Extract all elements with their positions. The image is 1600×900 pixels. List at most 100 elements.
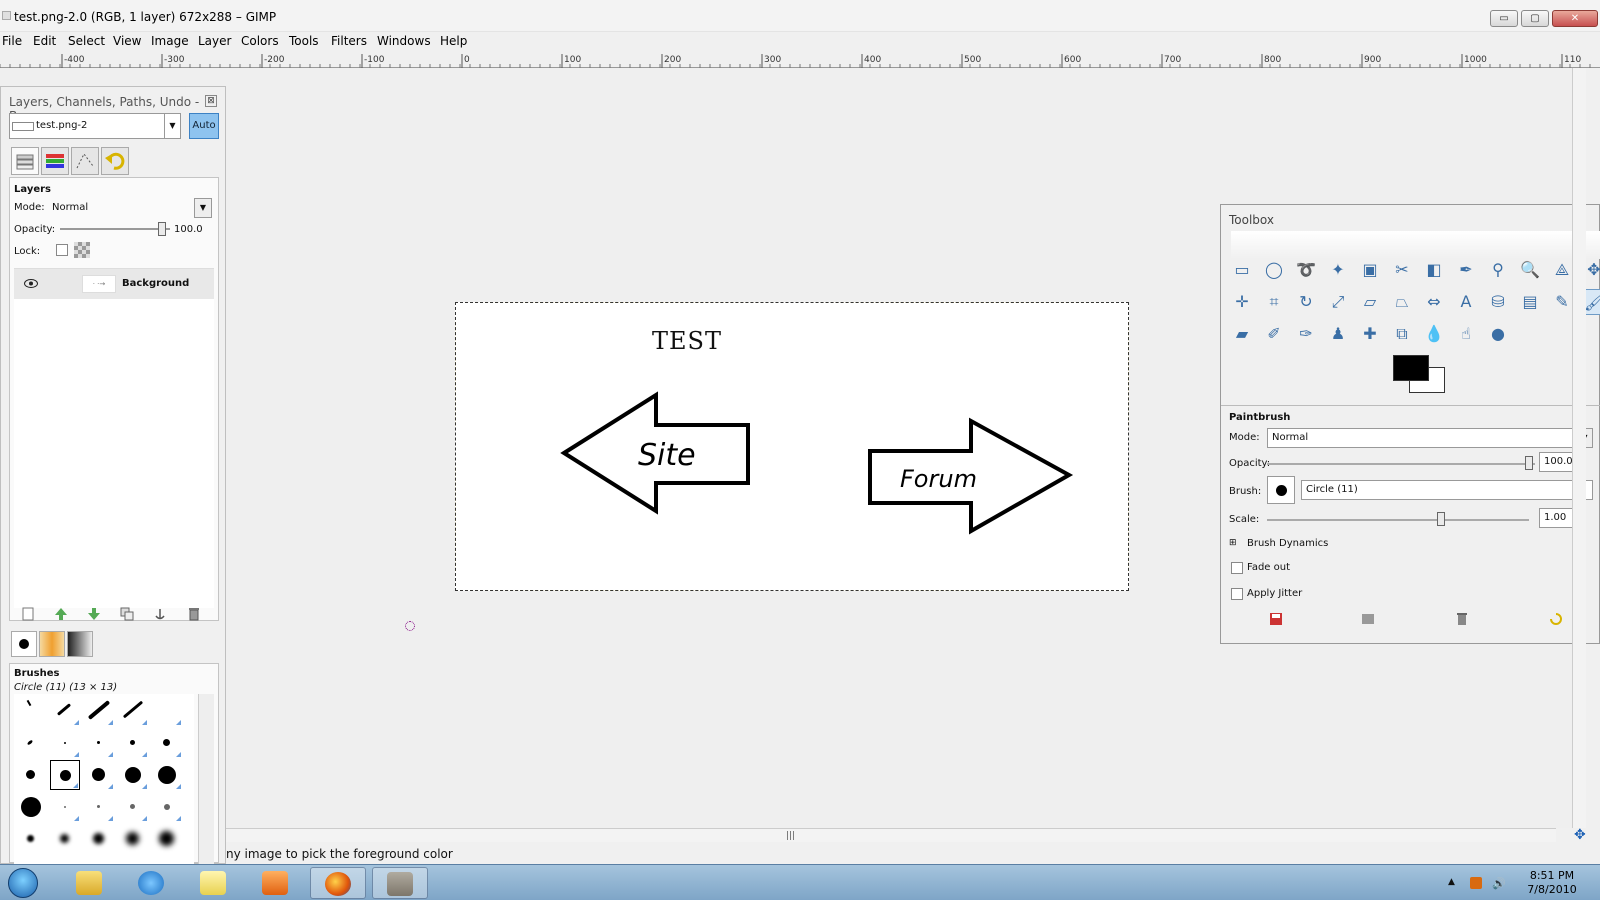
brush-item[interactable] [152, 824, 182, 854]
brush-item[interactable] [50, 824, 80, 854]
clone-icon[interactable]: ♟ [1325, 321, 1351, 347]
scrollbar-grip-icon[interactable]: ||| [786, 831, 795, 841]
brush-item[interactable] [84, 696, 114, 726]
brush-item-selected[interactable] [50, 760, 80, 790]
lock-alpha-icon[interactable] [74, 242, 90, 258]
opacity-slider[interactable] [60, 228, 170, 230]
brush-item[interactable] [16, 760, 46, 790]
menu-tools[interactable]: Tools [289, 34, 319, 48]
brush-item[interactable] [118, 728, 148, 758]
expand-icon[interactable]: ⊞ [1229, 538, 1237, 548]
zoom-icon[interactable]: 🔍 [1517, 257, 1543, 283]
tab-layers[interactable] [11, 147, 39, 175]
menu-select[interactable]: Select [68, 34, 105, 48]
horizontal-scrollbar[interactable]: ||| [226, 828, 1556, 842]
maximize-button[interactable]: ▢ [1521, 10, 1549, 27]
flip-icon[interactable]: ⇔ [1421, 289, 1447, 315]
smudge-icon[interactable]: ☝ [1453, 321, 1479, 347]
lock-pixels-checkbox[interactable] [56, 244, 68, 256]
brush-preview[interactable] [1267, 476, 1295, 504]
menu-filters[interactable]: Filters [331, 34, 367, 48]
dodge-burn-icon[interactable]: ● [1485, 321, 1511, 347]
rect-select-icon[interactable]: ▭ [1229, 257, 1255, 283]
minimize-button[interactable]: ▭ [1490, 10, 1518, 27]
brush-item[interactable] [118, 760, 148, 790]
menu-colors[interactable]: Colors [241, 34, 279, 48]
apply-jitter-checkbox[interactable] [1231, 588, 1243, 600]
tab-gradients[interactable] [67, 631, 93, 657]
taskbar-media-player[interactable] [248, 867, 304, 899]
brush-item[interactable] [84, 824, 114, 854]
reset-options-icon[interactable] [1549, 612, 1563, 626]
brush-item[interactable] [16, 792, 46, 822]
save-options-icon[interactable] [1269, 612, 1283, 626]
scale-slider-handle[interactable] [1437, 512, 1445, 526]
taskbar-clock[interactable]: 8:51 PM 7/8/2010 [1512, 869, 1592, 897]
free-select-icon[interactable]: ➰ [1293, 257, 1319, 283]
paths-icon[interactable]: ✒ [1453, 257, 1479, 283]
brush-item[interactable] [152, 696, 182, 726]
perspective-clone-icon[interactable]: ⧉ [1389, 321, 1415, 347]
restore-options-icon[interactable] [1361, 612, 1375, 626]
brush-grid[interactable] [14, 694, 194, 864]
brush-name-field[interactable]: Circle (11) [1301, 480, 1593, 500]
brush-item[interactable] [84, 760, 114, 790]
brush-item[interactable] [152, 728, 182, 758]
layer-mode-select[interactable]: Normal ▼ [52, 198, 212, 218]
scale-slider[interactable] [1267, 519, 1529, 521]
tool-mode-select[interactable]: Normal ▼ [1267, 428, 1593, 448]
brush-item[interactable] [50, 728, 80, 758]
airbrush-icon[interactable]: ✐ [1261, 321, 1287, 347]
brush-item[interactable] [50, 696, 80, 726]
menu-windows[interactable]: Windows [377, 34, 431, 48]
tray-app-icon[interactable] [1470, 877, 1482, 889]
menu-layer[interactable]: Layer [198, 34, 231, 48]
delete-layer-icon[interactable] [187, 607, 201, 621]
brush-item[interactable] [16, 824, 46, 854]
chevron-down-icon[interactable]: ▼ [194, 198, 212, 218]
ink-icon[interactable]: ✑ [1293, 321, 1319, 347]
tab-undo[interactable] [101, 147, 129, 175]
tool-opacity-handle[interactable] [1525, 456, 1533, 470]
tab-channels[interactable] [41, 147, 69, 175]
start-button[interactable] [8, 868, 38, 898]
brush-item[interactable] [152, 760, 182, 790]
blur-icon[interactable]: 💧 [1421, 321, 1447, 347]
brush-item[interactable] [84, 728, 114, 758]
eye-icon[interactable] [24, 279, 38, 288]
delete-options-icon[interactable] [1455, 612, 1469, 626]
taskbar-gimp[interactable] [372, 867, 428, 899]
fade-out-checkbox[interactable] [1231, 562, 1243, 574]
image-canvas[interactable]: TEST Site Forum [455, 302, 1129, 591]
brush-item[interactable] [50, 792, 80, 822]
new-layer-icon[interactable] [21, 607, 35, 621]
bucket-fill-icon[interactable]: ⛁ [1485, 289, 1511, 315]
color-picker-icon[interactable]: ⚲ [1485, 257, 1511, 283]
show-hidden-icons-icon[interactable]: ▲ [1448, 877, 1460, 889]
brush-item[interactable] [16, 728, 46, 758]
ellipse-select-icon[interactable]: ◯ [1261, 257, 1287, 283]
brush-item[interactable] [84, 792, 114, 822]
navigate-icon[interactable]: ✥ [1574, 828, 1588, 842]
menu-view[interactable]: View [113, 34, 141, 48]
brush-item[interactable] [118, 696, 148, 726]
taskbar-firefox[interactable] [310, 867, 366, 899]
brush-item[interactable] [152, 792, 182, 822]
brush-item[interactable] [118, 792, 148, 822]
taskbar-ie[interactable] [124, 867, 180, 899]
brush-dynamics-label[interactable]: Brush Dynamics [1247, 538, 1328, 549]
eraser-icon[interactable]: ▰ [1229, 321, 1255, 347]
layer-row-background[interactable]: · ·→ Background [14, 269, 214, 299]
image-selector[interactable]: test.png-2 ▼ [9, 113, 181, 139]
duplicate-layer-icon[interactable] [120, 607, 134, 621]
blend-icon[interactable]: ▤ [1517, 289, 1543, 315]
shear-icon[interactable]: ▱ [1357, 289, 1383, 315]
perspective-icon[interactable]: ⏢ [1389, 289, 1415, 315]
volume-icon[interactable]: 🔊 [1492, 877, 1506, 890]
tab-patterns[interactable] [39, 631, 65, 657]
scale-icon[interactable]: ⤢ [1325, 289, 1351, 315]
chevron-down-icon[interactable]: ▼ [164, 114, 180, 138]
fuzzy-select-icon[interactable]: ✦ [1325, 257, 1351, 283]
raise-layer-icon[interactable] [54, 607, 68, 621]
foreground-color-swatch[interactable] [1393, 355, 1429, 381]
